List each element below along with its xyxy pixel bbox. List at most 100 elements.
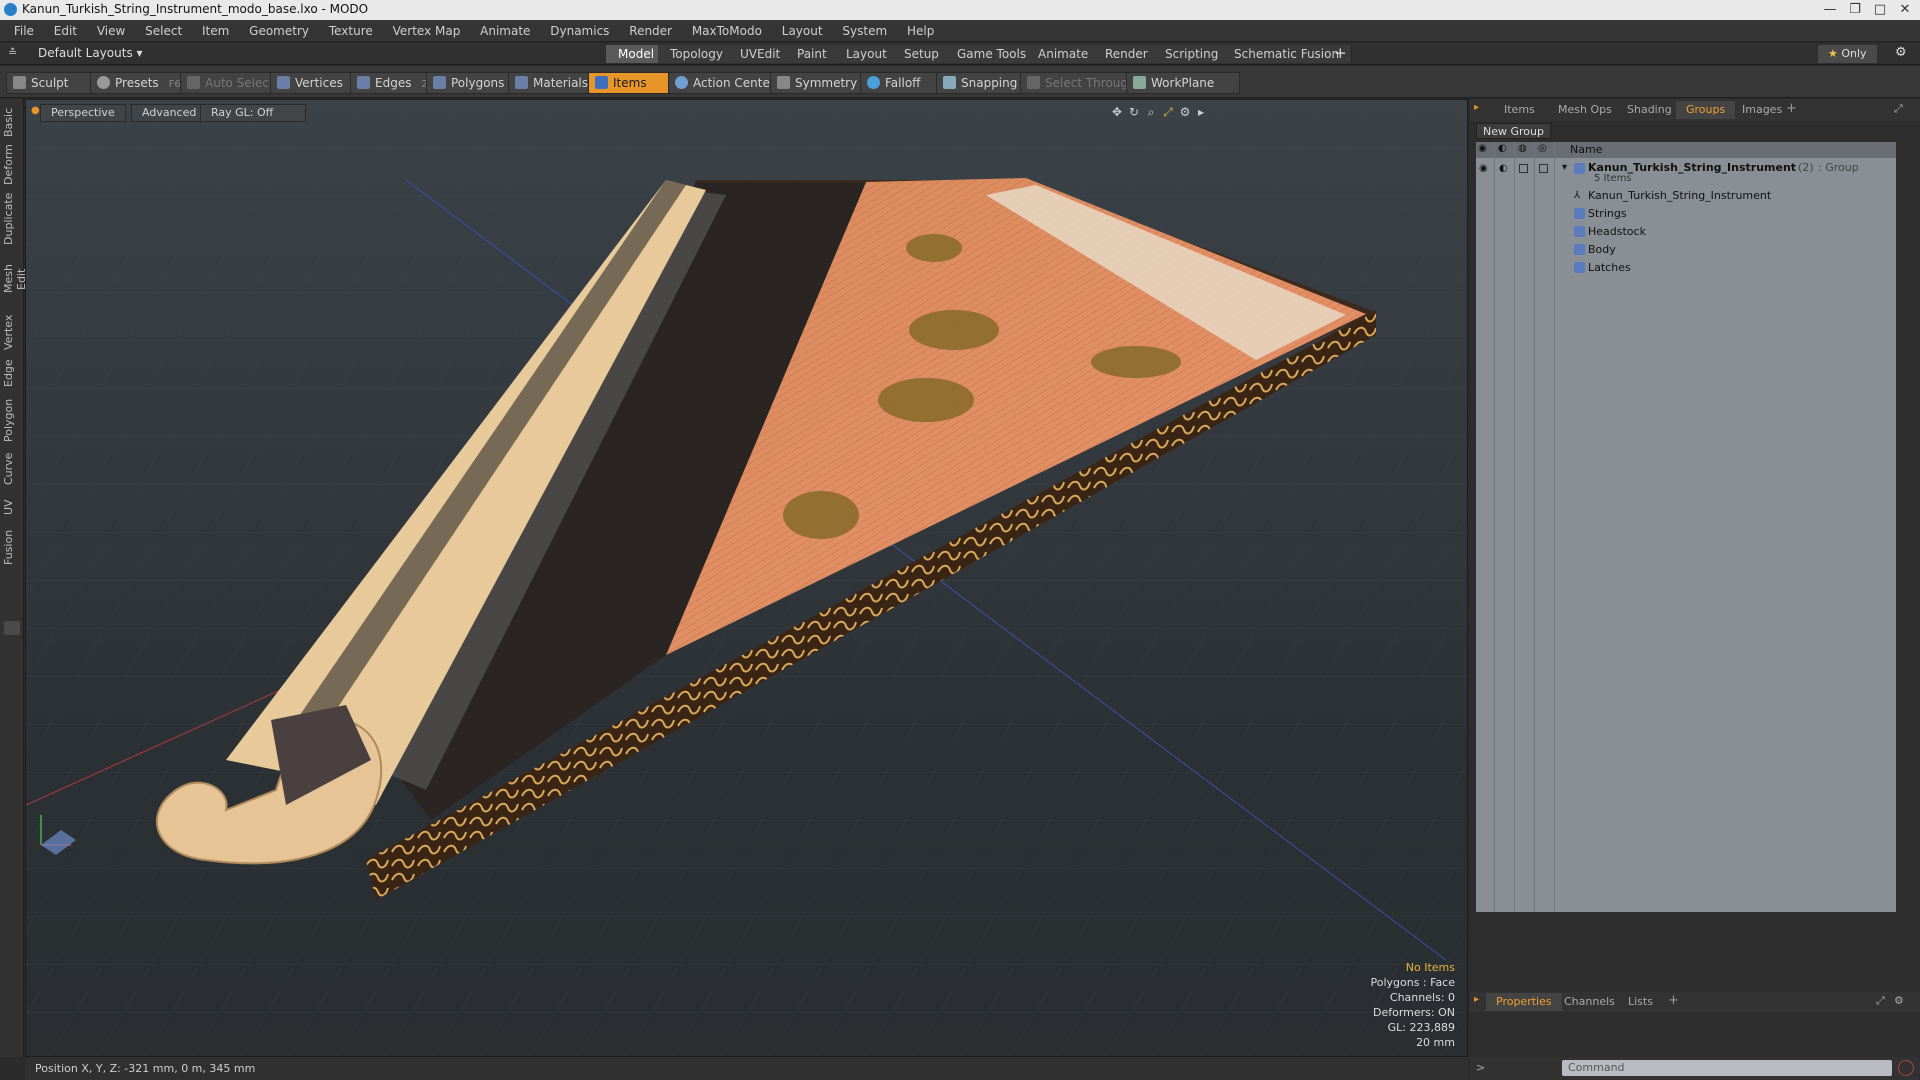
fit-icon[interactable]: ⤢ bbox=[1161, 105, 1175, 119]
list-item[interactable]: Strings bbox=[1476, 205, 1896, 223]
render-column-icon[interactable]: ◐ bbox=[1498, 143, 1507, 154]
tab-images[interactable]: Images bbox=[1732, 101, 1792, 119]
layout-preset-dropdown[interactable]: Default Layouts ▾ bbox=[38, 46, 143, 60]
select-checkbox[interactable] bbox=[1539, 164, 1548, 173]
tab-scripting[interactable]: Scripting bbox=[1153, 45, 1232, 63]
list-item[interactable]: Latches bbox=[1476, 259, 1896, 277]
tab-topology[interactable]: Topology bbox=[658, 45, 736, 63]
auto-select-label: Auto Select bbox=[205, 76, 274, 90]
tab-render[interactable]: Render bbox=[1093, 45, 1161, 63]
auto-select-icon bbox=[187, 76, 200, 89]
tab-uvedit[interactable]: UVEdit bbox=[728, 45, 794, 63]
symmetry-label: Symmetry bbox=[795, 76, 858, 90]
render-toggle-icon[interactable]: ◐ bbox=[1499, 163, 1508, 174]
lock-checkbox[interactable] bbox=[1519, 164, 1528, 173]
add-bottom-tab-icon[interactable]: + bbox=[1668, 993, 1679, 1008]
workplane-button[interactable]: WorkPlane bbox=[1126, 72, 1240, 94]
viewport-menu-icon[interactable]: ● bbox=[31, 105, 40, 116]
visibility-eye-icon[interactable]: ◉ bbox=[1479, 163, 1488, 174]
tab-shading[interactable]: Shading bbox=[1617, 101, 1682, 119]
tab-groups[interactable]: Groups bbox=[1676, 101, 1736, 119]
tab-mesh-edit[interactable]: Mesh Edit bbox=[2, 253, 28, 305]
list-item[interactable]: ⅄ Kanun_Turkish_String_Instrument bbox=[1476, 187, 1896, 205]
list-item[interactable]: Body bbox=[1476, 241, 1896, 259]
tab-game-tools[interactable]: Game Tools bbox=[945, 45, 1040, 63]
collapse-arrow-icon[interactable]: ▾ bbox=[1562, 162, 1567, 173]
menu-vertex-map[interactable]: Vertex Map bbox=[385, 20, 469, 42]
pan-icon[interactable]: ✥ bbox=[1110, 105, 1124, 119]
restore-icon[interactable]: ❐ bbox=[1843, 1, 1867, 18]
groups-list-header: ◉ ◐ ◍ ◎ Name bbox=[1476, 142, 1896, 158]
panel-toggle-icon[interactable] bbox=[4, 621, 20, 635]
panel-menu-icon[interactable]: ▸ bbox=[1474, 102, 1479, 113]
shading-dropdown[interactable]: Advanced bbox=[131, 104, 208, 122]
tab-paint[interactable]: Paint bbox=[785, 45, 840, 63]
command-bar: > Command bbox=[1470, 1057, 1920, 1080]
layout-menu-icon[interactable]: ≛ bbox=[8, 46, 17, 59]
menu-select[interactable]: Select bbox=[137, 20, 190, 42]
bottom-panel-menu-icon[interactable]: ▸ bbox=[1474, 994, 1479, 1005]
tab-duplicate[interactable]: Duplicate bbox=[2, 193, 22, 245]
raygl-toggle[interactable]: Ray GL: Off bbox=[200, 104, 306, 122]
tab-curve[interactable]: Curve bbox=[2, 451, 22, 487]
visibility-column-icon[interactable]: ◉ bbox=[1478, 143, 1487, 154]
record-icon[interactable] bbox=[1898, 1060, 1914, 1076]
only-button[interactable]: ★ Only bbox=[1818, 45, 1877, 63]
viewport-expand-icon[interactable]: ▸ bbox=[1194, 105, 1208, 119]
name-column-header[interactable]: Name bbox=[1570, 143, 1602, 156]
command-input[interactable]: Command bbox=[1562, 1060, 1892, 1076]
tab-animate[interactable]: Animate bbox=[1026, 45, 1102, 63]
list-item[interactable]: Headstock bbox=[1476, 223, 1896, 241]
menu-dynamics[interactable]: Dynamics bbox=[542, 20, 617, 42]
tab-edge[interactable]: Edge bbox=[2, 357, 22, 389]
minimize-icon[interactable]: — bbox=[1818, 1, 1842, 18]
viewport-scene bbox=[26, 100, 1467, 1056]
new-group-button[interactable]: New Group bbox=[1476, 123, 1551, 139]
tab-mesh-ops[interactable]: Mesh Ops bbox=[1548, 101, 1622, 119]
menu-animate[interactable]: Animate bbox=[472, 20, 538, 42]
rotate-icon[interactable]: ↻ bbox=[1127, 105, 1141, 119]
viewport-settings-icon[interactable]: ⚙ bbox=[1178, 105, 1192, 119]
tab-uv[interactable]: UV bbox=[2, 495, 22, 519]
tab-lists[interactable]: Lists bbox=[1618, 993, 1663, 1011]
menu-view[interactable]: View bbox=[89, 20, 133, 42]
falloff-icon bbox=[867, 76, 880, 89]
tab-properties[interactable]: Properties bbox=[1486, 993, 1562, 1011]
tab-fusion[interactable]: Fusion bbox=[2, 527, 22, 567]
right-panel: ▸ Items Mesh Ops Shading Groups Images +… bbox=[1470, 99, 1920, 1057]
menu-texture[interactable]: Texture bbox=[321, 20, 381, 42]
panel-expand-icon[interactable]: ⤢ bbox=[1894, 102, 1903, 116]
rosette-3 bbox=[1091, 346, 1181, 378]
menu-maxtomodo[interactable]: MaxToModo bbox=[684, 20, 770, 42]
3d-viewport[interactable]: ● Perspective Advanced Ray GL: Off ✥ ↻ ⌕… bbox=[25, 99, 1468, 1057]
tab-schematic-fusion[interactable]: Schematic Fusion bbox=[1222, 45, 1353, 63]
group-row[interactable]: ◉ ◐ ▾ Kanun_Turkish_String_Instrument (2… bbox=[1476, 160, 1896, 186]
tab-polygon[interactable]: Polygon bbox=[2, 397, 22, 443]
bottom-settings-icon[interactable]: ⚙ bbox=[1894, 994, 1904, 1007]
menu-help[interactable]: Help bbox=[899, 20, 942, 42]
zoom-icon[interactable]: ⌕ bbox=[1144, 105, 1158, 119]
lock-column-icon[interactable]: ◍ bbox=[1518, 143, 1527, 154]
tab-deform[interactable]: Deform bbox=[2, 144, 22, 185]
maximize-icon[interactable]: □ bbox=[1868, 1, 1892, 18]
tab-items[interactable]: Items bbox=[1494, 101, 1545, 119]
select-column-icon[interactable]: ◎ bbox=[1538, 143, 1547, 154]
add-layout-icon[interactable]: + bbox=[1334, 44, 1347, 62]
tab-setup[interactable]: Setup bbox=[892, 45, 952, 63]
tab-channels[interactable]: Channels bbox=[1554, 993, 1625, 1011]
menu-edit[interactable]: Edit bbox=[46, 20, 85, 42]
add-tab-icon[interactable]: + bbox=[1786, 101, 1797, 116]
bottom-expand-icon[interactable]: ⤢ bbox=[1876, 994, 1885, 1008]
menu-system[interactable]: System bbox=[834, 20, 895, 42]
tab-vertex[interactable]: Vertex bbox=[2, 313, 22, 351]
menu-item[interactable]: Item bbox=[194, 20, 237, 42]
menu-render[interactable]: Render bbox=[621, 20, 680, 42]
menu-layout[interactable]: Layout bbox=[774, 20, 831, 42]
tab-layout[interactable]: Layout bbox=[834, 45, 900, 63]
gear-icon[interactable]: ⚙ bbox=[1895, 45, 1907, 60]
tab-basic[interactable]: Basic bbox=[2, 107, 22, 137]
menu-geometry[interactable]: Geometry bbox=[241, 20, 317, 42]
close-icon[interactable]: ✕ bbox=[1893, 1, 1917, 18]
view-mode-dropdown[interactable]: Perspective bbox=[40, 104, 126, 122]
menu-file[interactable]: File bbox=[6, 20, 42, 42]
